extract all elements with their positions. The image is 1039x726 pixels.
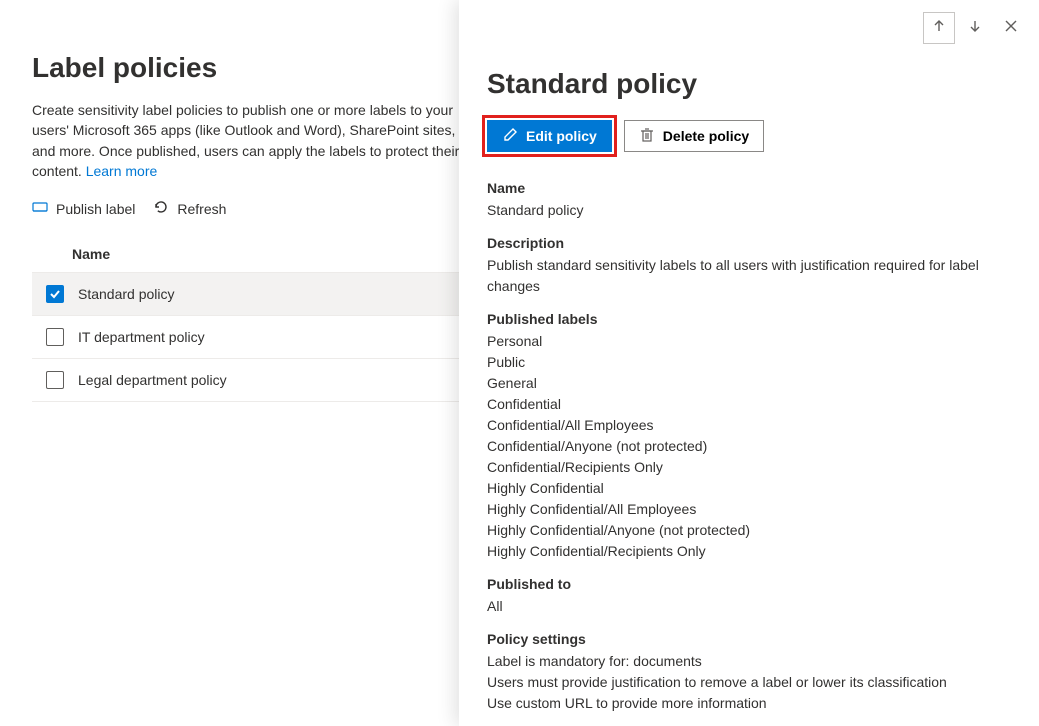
published-label-item: General: [487, 373, 1019, 394]
published-label-item: Highly Confidential: [487, 478, 1019, 499]
policy-details-panel: Standard policy Edit policy Delete poli: [459, 0, 1039, 726]
published-label-item: Highly Confidential/Recipients Only: [487, 541, 1019, 562]
arrow-up-icon: [932, 19, 946, 38]
row-checkbox[interactable]: [46, 285, 64, 303]
table-row[interactable]: Legal department policy: [32, 359, 470, 402]
edit-icon: [502, 127, 518, 146]
policy-setting-item: Label is mandatory for: documents: [487, 651, 1019, 672]
published-label-item: Confidential/All Employees: [487, 415, 1019, 436]
published-label-item: Public: [487, 352, 1019, 373]
row-label: Standard policy: [78, 286, 175, 302]
published-label-item: Highly Confidential/Anyone (not protecte…: [487, 520, 1019, 541]
refresh-icon: [153, 199, 169, 218]
refresh-button[interactable]: Refresh: [153, 199, 226, 218]
row-label: IT department policy: [78, 329, 205, 345]
published-label-item: Highly Confidential/All Employees: [487, 499, 1019, 520]
learn-more-link[interactable]: Learn more: [86, 163, 158, 179]
panel-controls: [923, 12, 1027, 44]
delete-policy-label: Delete policy: [663, 128, 749, 144]
publish-label-text: Publish label: [56, 201, 135, 217]
edit-policy-label: Edit policy: [526, 128, 597, 144]
toolbar: Publish label Refresh: [32, 199, 470, 218]
published-label-item: Confidential/Anyone (not protected): [487, 436, 1019, 457]
name-value: Standard policy: [487, 200, 1019, 221]
edit-policy-button[interactable]: Edit policy: [487, 120, 612, 152]
published-labels-list: PersonalPublicGeneralConfidentialConfide…: [487, 331, 1019, 562]
published-label-item: Confidential/Recipients Only: [487, 457, 1019, 478]
policy-setting-item: Use custom URL to provide more informati…: [487, 693, 1019, 714]
published-label-item: Personal: [487, 331, 1019, 352]
publish-icon: [32, 199, 48, 218]
publish-label-button[interactable]: Publish label: [32, 199, 135, 218]
policy-settings-list: Label is mandatory for: documentsUsers m…: [487, 651, 1019, 714]
list-header-name[interactable]: Name: [32, 236, 470, 273]
published-to-value: All: [487, 596, 1019, 617]
close-button[interactable]: [995, 12, 1027, 44]
refresh-text: Refresh: [177, 201, 226, 217]
description-value: Publish standard sensitivity labels to a…: [487, 255, 1019, 297]
policy-list: Standard policy IT department policy Legal…: [32, 273, 470, 402]
policy-setting-item: Users must provide justification to remo…: [487, 672, 1019, 693]
row-checkbox[interactable]: [46, 371, 64, 389]
table-row[interactable]: Standard policy: [32, 273, 470, 316]
name-label: Name: [487, 180, 1019, 196]
description-label: Description: [487, 235, 1019, 251]
table-row[interactable]: IT department policy: [32, 316, 470, 359]
published-labels-label: Published labels: [487, 311, 1019, 327]
label-policies-page: Label policies Create sensitivity label …: [0, 0, 470, 726]
close-icon: [1004, 19, 1018, 38]
published-label-item: Confidential: [487, 394, 1019, 415]
panel-actions: Edit policy Delete policy: [487, 120, 1019, 152]
panel-title: Standard policy: [487, 68, 1019, 100]
delete-policy-button[interactable]: Delete policy: [624, 120, 764, 152]
trash-icon: [639, 127, 655, 146]
published-to-label: Published to: [487, 576, 1019, 592]
policy-settings-label: Policy settings: [487, 631, 1019, 647]
row-label: Legal department policy: [78, 372, 227, 388]
arrow-down-button[interactable]: [959, 12, 991, 44]
page-title: Label policies: [32, 52, 470, 84]
arrow-up-button[interactable]: [923, 12, 955, 44]
row-checkbox[interactable]: [46, 328, 64, 346]
arrow-down-icon: [968, 19, 982, 38]
page-intro: Create sensitivity label policies to pub…: [32, 100, 470, 181]
